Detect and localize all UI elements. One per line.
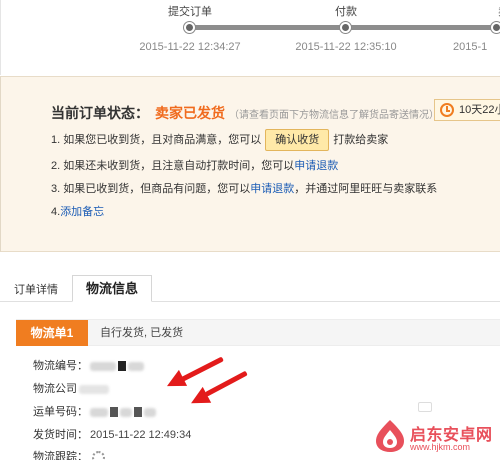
refund-link-2[interactable]: 申请退款 [250,183,294,195]
step-label-ship: 卖家 [469,3,500,19]
instruction-4-text: 4. [51,206,61,218]
instruction-3-suffix: ，并通过阿里旺旺与卖家联系 [294,183,438,195]
row-logistics-number: 物流编号： [33,357,144,373]
clock-icon [440,103,454,117]
row-waybill: 运单号码： [33,403,156,419]
row-tracking: 物流跟踪： [33,448,105,460]
row-logistics-company: 物流公司 [33,380,109,396]
step-label-submit: 提交订单 [168,6,212,18]
countdown-timer: 10天22小 [434,99,500,121]
step-time-pay: 2015-11-22 12:35:10 [295,41,397,53]
instruction-2-text: 2. 如果还未收到货，且注意自动打款时间，您可以 [51,160,295,172]
countdown-text: 10天22小 [459,104,500,116]
instruction-2: 2. 如果还未收到货，且注意自动打款时间，您可以申请退款 [51,157,338,173]
package-status: 自行发货, 已发货 [100,327,184,339]
package-tab-1[interactable]: 物流单1 [16,320,88,346]
logistics-company-redacted [79,383,109,395]
status-title: 当前订单状态： [51,105,149,121]
logistics-number-label: 物流编号： [33,360,88,372]
confirm-receipt-button[interactable]: 确认收货 [265,129,330,151]
detail-tabs: 订单详情 物流信息 [0,252,500,302]
faint-chat-icon [418,402,432,412]
watermark-url: www.hjkm.com [410,442,471,452]
watermark-logo [376,420,404,452]
instruction-1-suffix: 打款给卖家 [333,133,389,146]
row-ship-time: 发货时间： 2015-11-22 12:49:34 [33,426,191,442]
waybill-redacted [90,406,156,418]
progress-node-submit [184,22,195,33]
add-memo-link[interactable]: 添加备忘 [60,206,104,218]
logistics-number-redacted [90,360,144,372]
waybill-label: 运单号码： [33,406,88,418]
logistics-company-label: 物流公司 [33,383,77,395]
tab-logistics-info[interactable]: 物流信息 [72,275,152,302]
instruction-1-text: 1. 如果您已收到货，且对商品满意，您可以 [51,133,262,146]
progress-node-pay [340,22,351,33]
step-label-pay: 付款 [335,6,357,18]
instruction-3-text: 3. 如果已收到货，但商品有问题，您可以 [51,183,251,195]
watermark: 启东安卓网 www.hjkm.com [372,418,500,460]
progress-node-ship [491,22,500,33]
ship-time-label: 发货时间： [33,429,88,441]
loading-spinner-icon [92,450,105,460]
tracking-label: 物流跟踪： [33,451,88,460]
instruction-3: 3. 如果已收到货，但商品有问题，您可以申请退款，并通过阿里旺旺与卖家联系 [51,180,437,196]
status-hint: （请查看页面下方物流信息了解货品寄送情况） [229,110,439,121]
step-time-submit: 2015-11-22 12:34:27 [139,41,241,53]
step-time-ship: 2015-1 [453,41,488,53]
ship-time-value: 2015-11-22 12:49:34 [90,429,192,441]
status-heading: 当前订单状态： 卖家已发货 （请查看页面下方物流信息了解货品寄送情况） [51,103,439,123]
instruction-1: 1. 如果您已收到货，且对商品满意，您可以 确认收货 打款给卖家 [51,129,388,151]
status-value: 卖家已发货 [155,105,225,121]
tab-order-details[interactable]: 订单详情 [6,279,66,302]
order-progress: 提交订单 付款 卖家 2015-11-22 12:34:27 2015-11-2… [0,0,500,75]
refund-link-1[interactable]: 申请退款 [294,160,338,172]
package-bar: 物流单1 自行发货, 已发货 [16,319,500,346]
instruction-4: 4.添加备忘 [51,203,104,219]
order-status-panel: 当前订单状态： 卖家已发货 （请查看页面下方物流信息了解货品寄送情况） 10天22小… [0,76,500,252]
